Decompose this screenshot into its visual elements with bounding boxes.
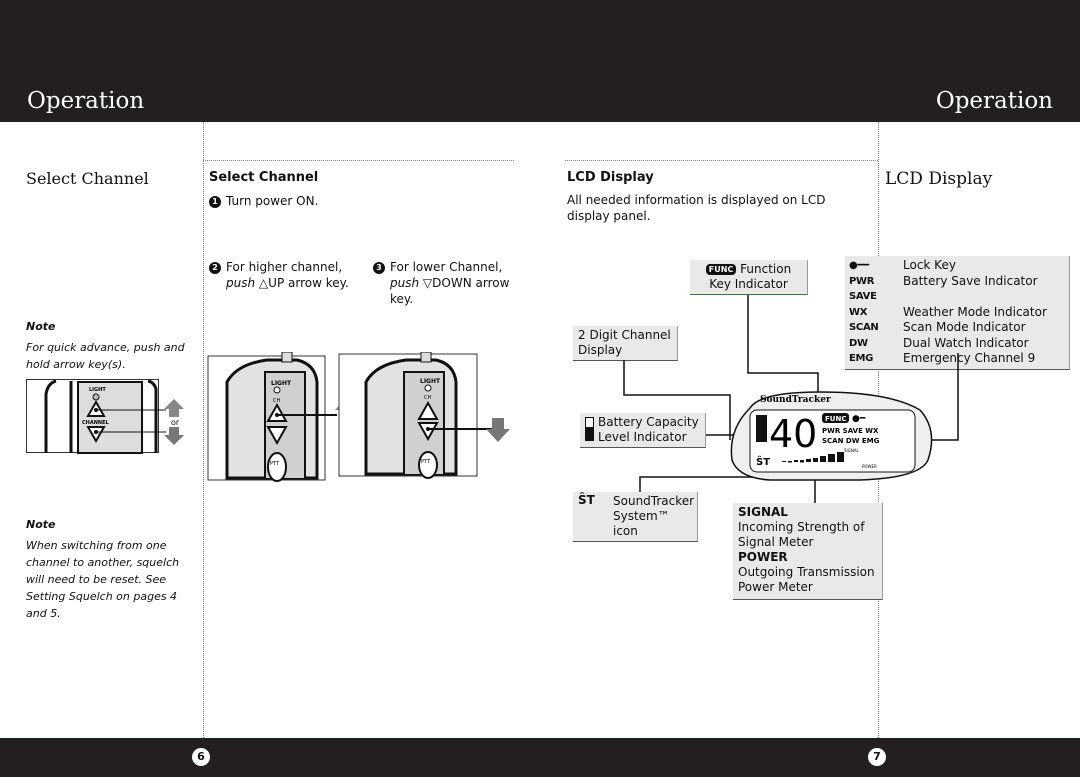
- up-arrow-icon: [164, 399, 184, 417]
- step-text: Turn power ON.: [226, 194, 319, 208]
- section-heading: LCD Display: [567, 170, 654, 185]
- note-text: When switching from one channel to anoth…: [26, 539, 180, 620]
- svg-text:FUNC: FUNC: [825, 415, 846, 423]
- up-key-icon: △: [258, 276, 269, 290]
- divider: [203, 160, 514, 161]
- divider: [203, 122, 204, 738]
- page-number: 7: [868, 748, 886, 766]
- svg-text:SIGNAL: SIGNAL: [844, 448, 860, 453]
- svg-text:LIGHT: LIGHT: [271, 380, 292, 387]
- right-page-title: Operation: [935, 88, 1053, 114]
- left-page-title: Operation: [27, 88, 145, 114]
- channel-label: CHANNEL: [82, 420, 110, 426]
- svg-text:SCAN DW EMG: SCAN DW EMG: [822, 437, 880, 445]
- note-text: For quick advance, push and hold arrow k…: [26, 341, 185, 371]
- callout-signal-power: SIGNAL Incoming Strength of Signal Meter…: [733, 503, 883, 600]
- svg-text:CH: CH: [273, 398, 280, 404]
- svg-text:LIGHT: LIGHT: [420, 378, 441, 385]
- svg-text:PTT: PTT: [421, 459, 431, 465]
- or-label: or: [171, 418, 180, 427]
- func-icon: FUNC: [705, 264, 737, 275]
- svg-text:SoundTracker: SoundTracker: [760, 395, 831, 405]
- svg-text:POWER: POWER: [862, 464, 877, 469]
- down-arrow-icon: [164, 427, 184, 445]
- footer-bar: [0, 738, 1080, 777]
- lcd-battery: [756, 415, 767, 442]
- header-bar: [0, 0, 1080, 122]
- step-number: 3: [373, 262, 385, 274]
- step-1: 1 Turn power ON.: [209, 193, 318, 209]
- radio-up-illustration: LIGHT CH PTT: [207, 352, 359, 482]
- lcd-channel: 40: [769, 412, 817, 456]
- step-number: 2: [209, 262, 221, 274]
- step-2: 2 For higher channel, push △UP arrow key.: [209, 259, 369, 291]
- side-title: Select Channel: [26, 169, 149, 188]
- light-label: LIGHT: [89, 387, 106, 393]
- radio-down-illustration: LIGHT CH PTT: [338, 352, 510, 479]
- step-number: 1: [209, 196, 221, 208]
- lock-key-icon: ●━━: [849, 260, 869, 271]
- lcd-diagram: SoundTracker 40 FUNC ●━ PWR SAVE WX SCAN…: [623, 295, 959, 503]
- down-key-icon: ▽: [422, 276, 433, 290]
- radio-illustrations: LIGHT CH PTT LIGHT CH PTT: [207, 352, 510, 482]
- channel-keys-illustration: LIGHT CHANNEL or: [26, 379, 184, 454]
- svg-text:PWR SAVE WX: PWR SAVE WX: [822, 427, 879, 435]
- section-heading: Select Channel: [209, 170, 319, 185]
- lcd-soundtracker-icon: ŜT: [756, 455, 770, 468]
- note-label: Note: [26, 518, 56, 531]
- intro-text: All needed information is displayed on L…: [567, 193, 826, 223]
- lcd-lock-icon: ●━: [852, 414, 866, 424]
- page-number: 6: [192, 748, 210, 766]
- svg-text:PTT: PTT: [270, 461, 280, 467]
- side-title: LCD Display: [885, 169, 993, 189]
- step-3: 3 For lower Channel, push ▽DOWN arrow key.: [373, 259, 513, 307]
- divider: [565, 160, 878, 161]
- down-arrow-icon: [486, 418, 510, 442]
- note-label: Note: [26, 320, 56, 333]
- svg-text:CH: CH: [424, 395, 431, 401]
